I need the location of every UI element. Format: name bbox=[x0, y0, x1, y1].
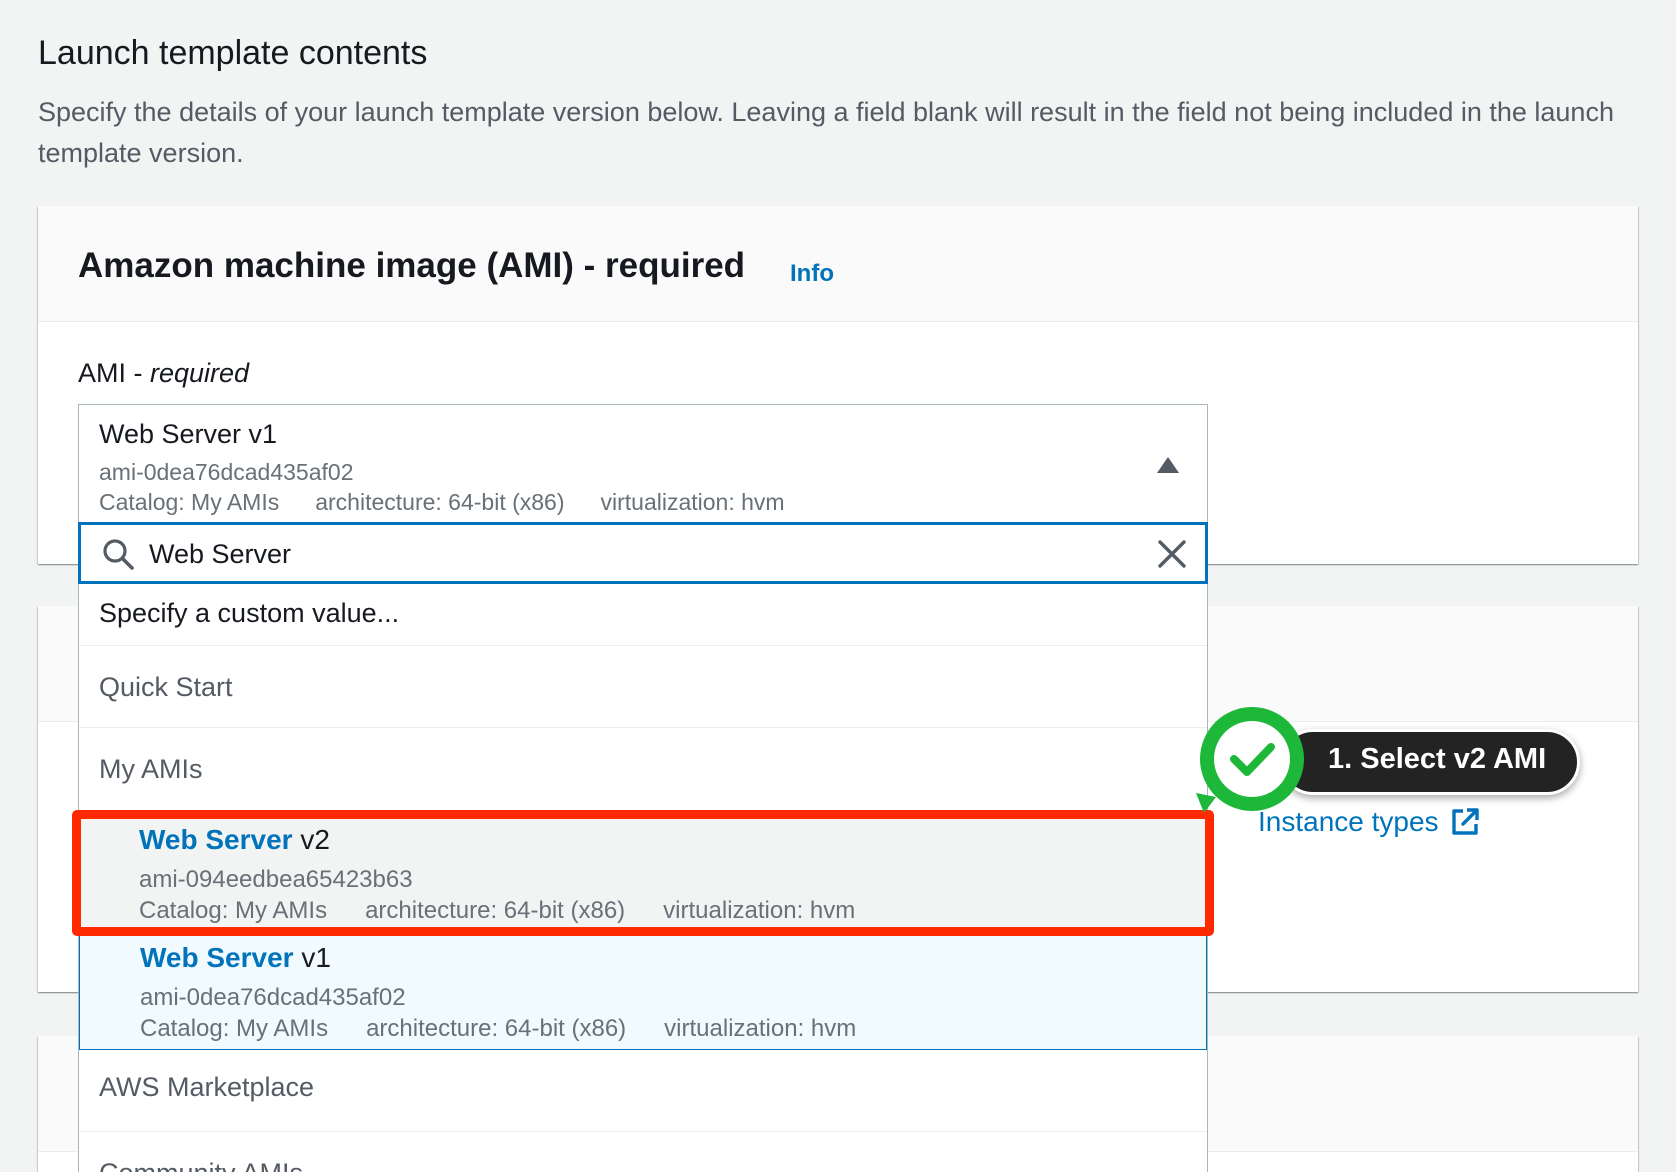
ami-option-catalog: Catalog: My AMIs bbox=[140, 1015, 329, 1042]
group-quick-start-label: Quick Start bbox=[99, 672, 233, 702]
group-aws-marketplace[interactable]: AWS Marketplace bbox=[79, 1050, 1207, 1132]
ami-card-header: Amazon machine image (AMI) - required In… bbox=[38, 206, 1638, 322]
selected-ami-catalog: Catalog: My AMIs bbox=[99, 489, 280, 515]
group-my-amis[interactable]: My AMIs bbox=[79, 728, 1207, 810]
ami-search-input[interactable]: Web Server bbox=[78, 522, 1208, 584]
step-callout: 1. Select v2 AMI bbox=[1196, 703, 1580, 843]
custom-value-option[interactable]: Specify a custom value... bbox=[79, 584, 1207, 646]
ami-option-name-match: Web Server bbox=[140, 942, 294, 973]
ami-option-id: ami-0dea76dcad435af02 bbox=[140, 984, 406, 1011]
ami-label-required: required bbox=[150, 358, 250, 388]
selected-ami-virtualization: virtualization: hvm bbox=[600, 489, 785, 515]
highlight-box bbox=[72, 810, 1214, 936]
selected-ami-architecture: architecture: 64-bit (x86) bbox=[315, 489, 565, 515]
checkmark-icon bbox=[1196, 707, 1304, 813]
ami-option-architecture: architecture: 64-bit (x86) bbox=[366, 1015, 627, 1042]
selected-ami-name: Web Server v1 bbox=[99, 419, 278, 449]
ami-option-web-server-v1[interactable]: Web Server v1 ami-0dea76dcad435af02 Cata… bbox=[79, 933, 1207, 1050]
ami-select-trigger[interactable]: Web Server v1 ami-0dea76dcad435af02 Cata… bbox=[78, 404, 1208, 522]
selected-ami-meta: Catalog: My AMIs architecture: 64-bit (x8… bbox=[99, 487, 821, 518]
info-link[interactable]: Info bbox=[790, 260, 834, 288]
section-title: Launch template contents bbox=[38, 34, 428, 72]
ami-option-name-rest: v1 bbox=[293, 942, 331, 973]
group-community-amis[interactable]: Community AMIs bbox=[79, 1132, 1207, 1172]
caret-up-icon[interactable] bbox=[1157, 457, 1179, 473]
ami-field-label: AMI - required bbox=[78, 358, 249, 389]
ami-option-name: Web Server v1 bbox=[140, 942, 331, 974]
ami-option-meta: Catalog: My AMIs architecture: 64-bit (x8… bbox=[140, 1015, 894, 1043]
group-aws-marketplace-label: AWS Marketplace bbox=[99, 1072, 315, 1102]
page: Launch template contents Specify the det… bbox=[0, 0, 1676, 1172]
ami-card-title: Amazon machine image (AMI) - required bbox=[78, 246, 746, 285]
close-icon[interactable] bbox=[1157, 539, 1187, 569]
selected-ami-id: ami-0dea76dcad435af02 bbox=[99, 459, 354, 485]
group-my-amis-label: My AMIs bbox=[99, 754, 203, 784]
custom-value-label: Specify a custom value... bbox=[99, 598, 400, 628]
callout-text: 1. Select v2 AMI bbox=[1328, 743, 1547, 775]
search-value[interactable]: Web Server bbox=[149, 539, 291, 570]
ami-option-virtualization: virtualization: hvm bbox=[664, 1015, 857, 1042]
search-icon bbox=[103, 539, 134, 570]
section-description: Specify the details of your launch templ… bbox=[38, 97, 1614, 168]
ami-label-main: AMI - bbox=[78, 358, 150, 388]
group-quick-start[interactable]: Quick Start bbox=[79, 646, 1207, 728]
group-community-amis-label: Community AMIs bbox=[99, 1158, 303, 1172]
